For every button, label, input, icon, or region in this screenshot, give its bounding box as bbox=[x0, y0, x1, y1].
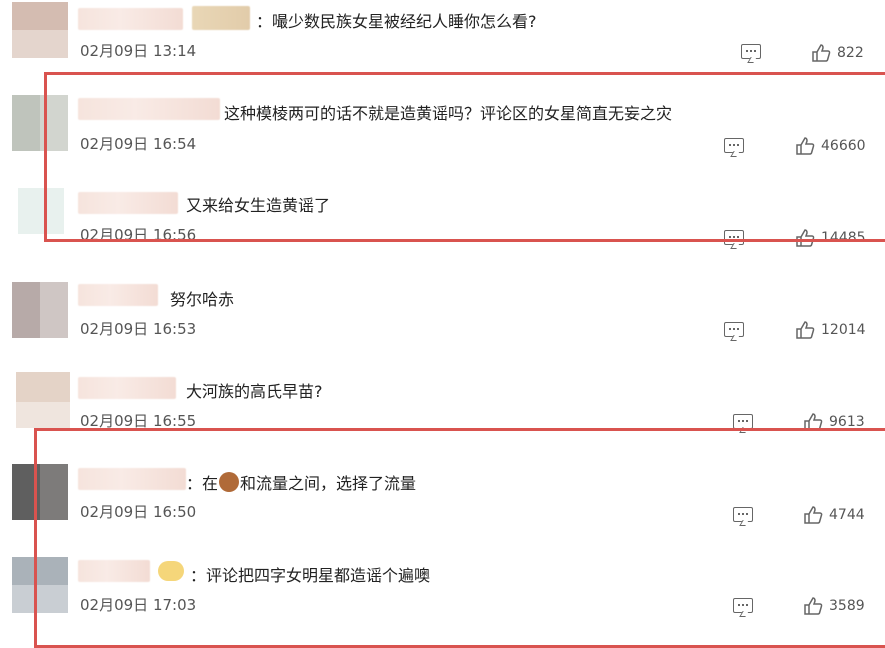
comment-date: 02月09日 16:53 bbox=[80, 320, 197, 338]
thumbs-up-icon bbox=[812, 44, 831, 62]
comment-text: 努尔哈赤 bbox=[170, 290, 235, 309]
like-count: 822 bbox=[837, 45, 864, 61]
avatar[interactable] bbox=[12, 2, 68, 58]
comment-icon[interactable] bbox=[741, 44, 761, 59]
comment-text: ：嘬少数民族女星被经纪人睡你怎么看? bbox=[256, 12, 537, 31]
avatar[interactable] bbox=[12, 282, 68, 338]
badge-icon bbox=[192, 6, 250, 30]
like-count: 12014 bbox=[821, 322, 866, 338]
username[interactable] bbox=[78, 284, 158, 306]
thumbs-up-icon bbox=[796, 321, 815, 339]
highlight-box bbox=[44, 72, 885, 242]
avatar[interactable] bbox=[16, 372, 70, 428]
comment-icon[interactable] bbox=[724, 322, 744, 337]
username[interactable] bbox=[78, 8, 183, 30]
like-button[interactable]: 12014 bbox=[795, 320, 866, 340]
comment-icon[interactable] bbox=[733, 414, 753, 429]
username[interactable] bbox=[78, 377, 176, 399]
highlight-box bbox=[34, 428, 885, 648]
comment-text: 大河族的高氏早苗? bbox=[186, 382, 323, 401]
like-button[interactable]: 822 bbox=[811, 43, 864, 63]
comment-date: 02月09日 13:14 bbox=[80, 42, 197, 60]
